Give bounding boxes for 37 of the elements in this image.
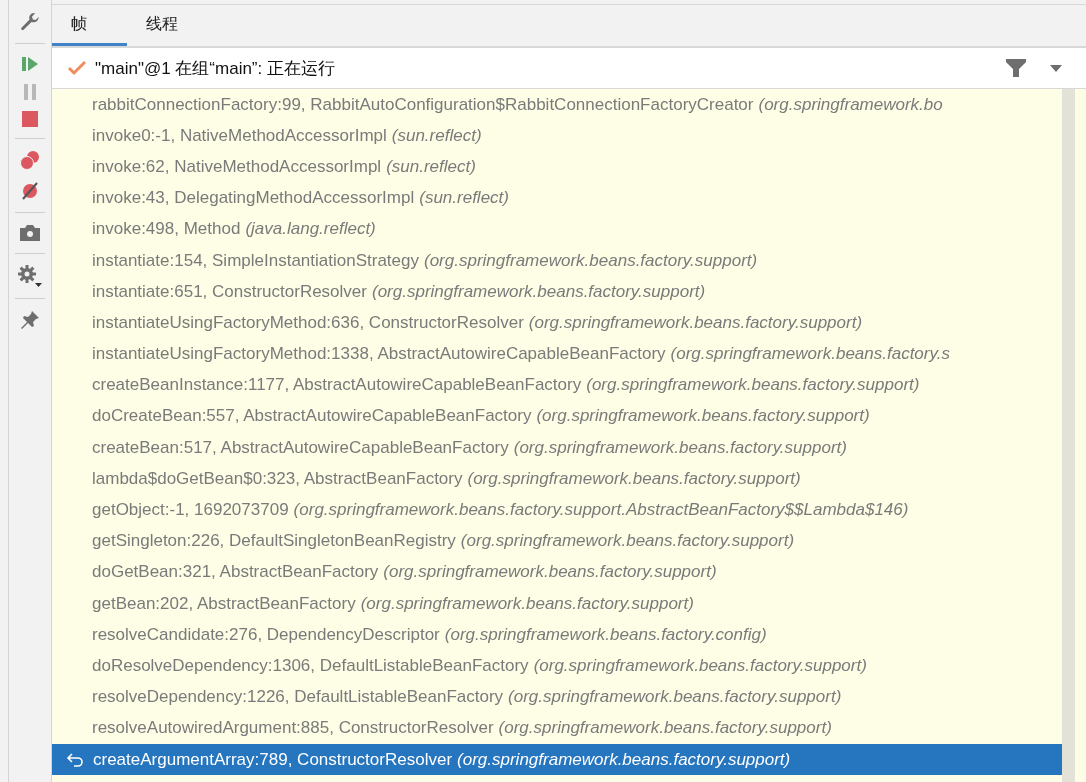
mute-breakpoints-icon[interactable]	[20, 181, 40, 201]
stack-frame[interactable]: doResolveDependency:1306, DefaultListableBeanFactory (org.springframework.beans.factory.support)	[52, 650, 1062, 682]
scrollbar[interactable]	[1062, 89, 1075, 782]
stack-frame[interactable]: instantiateUsingFactoryMethod:1338, AbstractAutowireCapableBeanFactory (org.springframework.beans.factory.s	[52, 338, 1062, 370]
camera-icon[interactable]	[19, 224, 41, 242]
pin-icon[interactable]	[20, 310, 40, 330]
stack-frame[interactable]: resolveDependency:1226, DefaultListableBeanFactory (org.springframework.beans.factory.support)	[52, 681, 1062, 713]
stack-frame[interactable]: resolveAutowiredArgument:885, ConstructorResolver (org.springframework.beans.factory.support)	[52, 712, 1062, 744]
stack-frame[interactable]: createBeanInstance:1177, AbstractAutowireCapableBeanFactory (org.springframework.beans.factory.support)	[52, 369, 1062, 401]
thread-selector[interactable]: "main"@1 在组“main”: 正在运行	[52, 47, 1086, 89]
stack-frame[interactable]: createBean:517, AbstractAutowireCapableBeanFactory (org.springframework.beans.factory.support)	[52, 432, 1062, 464]
breakpoints-icon[interactable]	[20, 150, 40, 170]
stack-frame[interactable]: instantiate:154, SimpleInstantiationStrategy (org.springframework.beans.factory.support)	[52, 244, 1062, 277]
stack-frame[interactable]: instantiate:651, ConstructorResolver (org.springframework.beans.factory.support)	[52, 276, 1062, 308]
stack-frame[interactable]: getSingleton:226, DefaultSingletonBeanRegistry (org.springframework.beans.factory.support)	[52, 525, 1062, 557]
stack-frame[interactable]: createArgumentArray:789, ConstructorResolver (org.springframework.beans.factory.support)	[52, 743, 1062, 776]
stack-frame[interactable]: rabbitConnectionFactory:99, RabbitAutoConfiguration$RabbitConnectionFactoryCreator (org.springframework.bo	[52, 89, 1062, 121]
settings-icon[interactable]	[18, 265, 42, 287]
stack-frame[interactable]: getObject:-1, 1692073709 (org.springframework.beans.factory.support.AbstractBeanFactory$$Lambda$146)	[52, 494, 1062, 526]
stack-frame[interactable]: getBean:202, AbstractBeanFactory (org.springframework.beans.factory.support)	[52, 588, 1062, 620]
stack-frame[interactable]: instantiateUsingFactoryMethod:636, ConstructorResolver (org.springframework.beans.factory.support)	[52, 307, 1062, 339]
stack-frame[interactable]: invoke0:-1, NativeMethodAccessorImpl (sun.reflect)	[52, 120, 1062, 152]
filter-icon[interactable]	[1006, 59, 1026, 77]
return-arrow-icon	[66, 752, 84, 767]
wrench-icon[interactable]	[20, 12, 40, 32]
thread-label: "main"@1 在组“main”: 正在运行	[95, 57, 336, 80]
check-icon	[67, 60, 87, 76]
stack-frame[interactable]: invoke:498, Method (java.lang.reflect)	[52, 213, 1062, 245]
resume-icon[interactable]	[21, 55, 39, 73]
tab[interactable]: 线程	[127, 6, 202, 46]
stack-frame[interactable]: invoke:43, DelegatingMethodAccessorImpl (sun.reflect)	[52, 182, 1062, 214]
stack-frame[interactable]: doCreateBean:557, AbstractAutowireCapableBeanFactory (org.springframework.beans.factory.support)	[52, 400, 1062, 433]
stack-frame[interactable]: resolveCandidate:276, DependencyDescriptor (org.springframework.beans.factory.config)	[52, 619, 1062, 651]
stack-frame[interactable]: doGetBean:321, AbstractBeanFactory (org.springframework.beans.factory.support)	[52, 556, 1062, 588]
stack-frame[interactable]: lambda$doGetBean$0:323, AbstractBeanFactory (org.springframework.beans.factory.support)	[52, 463, 1062, 495]
dropdown-caret-icon[interactable]	[1050, 64, 1062, 72]
stack-frame[interactable]: invoke:62, NativeMethodAccessorImpl (sun.reflect)	[52, 151, 1062, 183]
